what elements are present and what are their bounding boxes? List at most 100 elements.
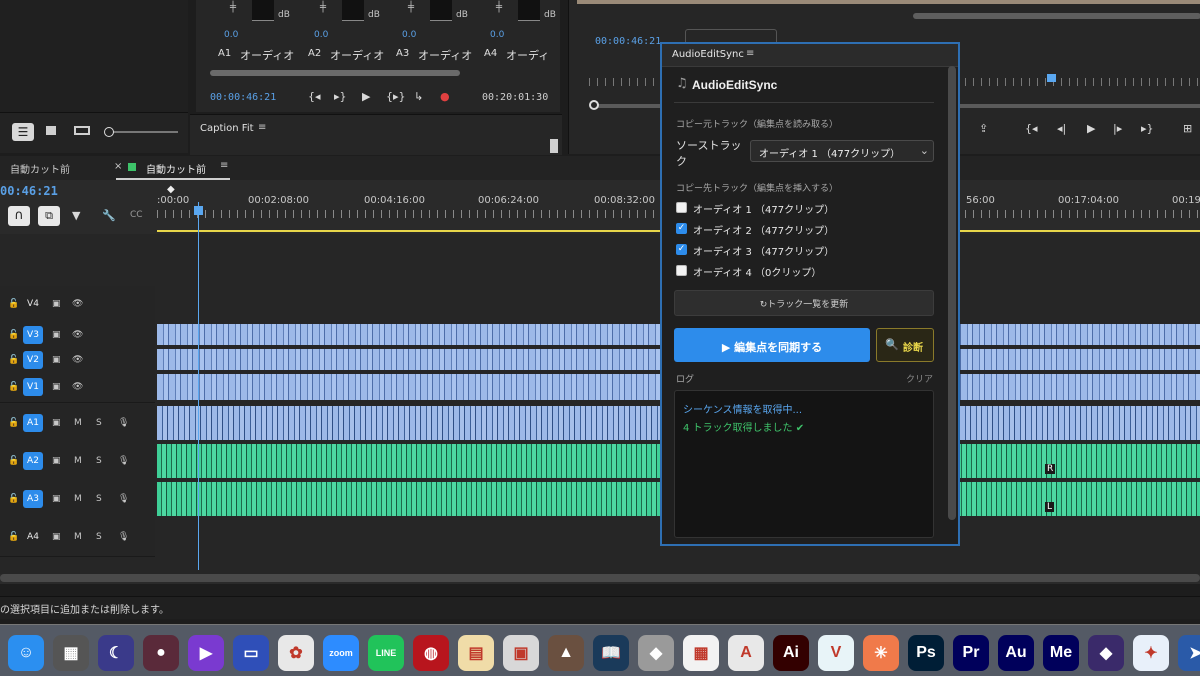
record-app-icon[interactable]: ● — [143, 635, 179, 671]
lock-icon[interactable]: 🔓 — [8, 456, 19, 466]
caption-fit-title[interactable]: Caption Fit — [200, 123, 254, 134]
checkbox[interactable] — [676, 265, 687, 276]
photoshop-icon[interactable]: Ps — [908, 635, 944, 671]
zoom-icon[interactable]: zoom — [323, 635, 359, 671]
lift-icon[interactable]: ⊞ — [1183, 122, 1192, 135]
obsidian-icon[interactable]: ◆ — [1088, 635, 1124, 671]
record-icon[interactable]: ● — [440, 90, 450, 103]
step-back-icon[interactable]: {◂ — [308, 90, 321, 103]
mixer-scrollbar[interactable] — [210, 70, 460, 76]
timeline-tab-2[interactable]: 自動カット前 — [146, 161, 206, 176]
step-forward-icon[interactable]: ▸} — [334, 90, 347, 103]
mixer-track-name[interactable]: オーディ — [506, 47, 549, 63]
plugin-scrollbar[interactable] — [948, 66, 956, 520]
caption-scroll-thumb[interactable] — [550, 139, 558, 153]
capcut-icon[interactable]: ✳ — [863, 635, 899, 671]
line-icon[interactable]: LINE — [368, 635, 404, 671]
linked-selection-icon[interactable]: ⧉ — [38, 206, 60, 226]
solo-button[interactable]: S — [96, 456, 102, 466]
audition-icon[interactable]: Au — [998, 635, 1034, 671]
track-header-a4[interactable]: 🔓 A4 ▣ M S 🎙 — [0, 518, 155, 557]
lock-icon[interactable]: 🔓 — [8, 355, 19, 365]
sync-button[interactable]: ▶ 編集点を同期する — [674, 328, 870, 362]
source-track-select[interactable]: オーディオ 1 （477クリップ） ⌄ — [750, 140, 934, 162]
calendar-icon[interactable]: ▦ — [683, 635, 719, 671]
next-frame-icon[interactable]: |▸ — [1113, 122, 1122, 135]
solo-button[interactable]: S — [96, 532, 102, 542]
checkbox[interactable]: ✓ — [676, 223, 687, 234]
diagnose-button[interactable]: 🔍 診断 — [876, 328, 934, 362]
checkbox[interactable]: ✓ — [676, 244, 687, 255]
lock-icon[interactable]: 🔓 — [8, 418, 19, 428]
zoom-slider-handle[interactable] — [104, 127, 114, 137]
timeline-hscrollbar[interactable] — [0, 574, 1200, 582]
program-progress-handle[interactable] — [589, 100, 599, 110]
caption-menu-icon[interactable]: ≡ — [258, 122, 266, 133]
mic-icon[interactable]: 🎙 — [118, 418, 129, 428]
go-out-icon[interactable]: ▸} — [1141, 122, 1154, 135]
track-header-v4[interactable]: 🔓 V4 ▣ 👁 — [0, 286, 155, 323]
kindle-icon[interactable]: 📖 — [593, 635, 629, 671]
dest-track-option[interactable]: オーディオ 4 （0クリップ） — [676, 263, 926, 279]
sync-lock-icon[interactable]: ▣ — [52, 532, 61, 542]
play-icon[interactable]: ▶ — [362, 90, 370, 103]
track-label[interactable]: V1 — [23, 378, 43, 396]
zoom-slider[interactable] — [104, 127, 178, 137]
plugin-tab-title[interactable]: AudioEditSync — [672, 49, 744, 60]
sync-lock-icon[interactable]: ▣ — [52, 418, 61, 428]
program-scrollbar[interactable] — [913, 13, 1200, 19]
mute-button[interactable]: M — [74, 456, 82, 466]
loop-icon[interactable]: {▸} — [386, 90, 406, 103]
gemini-icon[interactable]: ✦ — [1133, 635, 1169, 671]
lock-icon[interactable]: 🔓 — [8, 299, 19, 309]
wrench-icon[interactable]: 🔧 — [102, 209, 116, 222]
scanner-icon[interactable]: ▭ — [233, 635, 269, 671]
red-app-icon[interactable]: ◍ — [413, 635, 449, 671]
lock-icon[interactable]: 🔓 — [8, 494, 19, 504]
track-header-v3[interactable]: 🔓 V3 ▣ 👁 — [0, 322, 155, 348]
track-label[interactable]: A2 — [23, 452, 43, 470]
timeline-timecode[interactable]: 00:46:21 — [0, 184, 58, 198]
fader-icon[interactable]: ╪ — [408, 2, 414, 13]
dest-track-option[interactable]: ✓ オーディオ 2 （477クリップ） — [676, 221, 926, 237]
sync-lock-icon[interactable]: ▣ — [52, 456, 61, 466]
fader-icon[interactable]: ╪ — [320, 2, 326, 13]
solo-button[interactable]: S — [96, 418, 102, 428]
dest-track-option[interactable]: オーディオ 1 （477クリップ） — [676, 200, 926, 216]
track-label[interactable]: A3 — [23, 490, 43, 508]
track-label[interactable]: A4 — [23, 528, 43, 546]
archive-icon[interactable]: ▤ — [458, 635, 494, 671]
mic-icon[interactable]: 🎙 — [118, 532, 129, 542]
send-app-icon[interactable]: ➤ — [1178, 635, 1200, 671]
program-playhead[interactable] — [1047, 74, 1056, 82]
ruler-in-marker[interactable]: ◆ — [167, 184, 175, 195]
plugin-tab-menu-icon[interactable]: ≡ — [746, 48, 754, 59]
sync-lock-icon[interactable]: ▣ — [52, 382, 61, 392]
finder-icon[interactable]: ☺ — [8, 635, 44, 671]
track-header-a3[interactable]: 🔓 A3 ▣ M S 🎙 — [0, 480, 155, 519]
eye-icon[interactable]: 👁 — [72, 355, 83, 365]
fader-icon[interactable]: ╪ — [230, 2, 236, 13]
lock-icon[interactable]: 🔓 — [8, 382, 19, 392]
solo-button[interactable]: S — [96, 494, 102, 504]
mute-button[interactable]: M — [74, 418, 82, 428]
mute-button[interactable]: M — [74, 494, 82, 504]
track-header-a1[interactable]: 🔓 A1 ▣ M S 🎙 — [0, 404, 155, 443]
vrew-icon[interactable]: V — [818, 635, 854, 671]
track-header-v2[interactable]: 🔓 V2 ▣ 👁 — [0, 347, 155, 373]
prev-frame-icon[interactable]: ◂| — [1057, 122, 1066, 135]
dest-track-option[interactable]: ✓ オーディオ 3 （477クリップ） — [676, 242, 926, 258]
program-play-icon[interactable]: ▶ — [1087, 122, 1095, 135]
sync-lock-icon[interactable]: ▣ — [52, 494, 61, 504]
export-frame-icon[interactable]: ↳ — [414, 90, 423, 103]
track-label[interactable]: V2 — [23, 350, 43, 369]
refresh-button[interactable]: ↻トラック一覧を更新 — [674, 290, 934, 316]
mic-icon[interactable]: 🎙 — [118, 456, 129, 466]
lock-icon[interactable]: 🔓 — [8, 330, 19, 340]
cinema-icon[interactable]: ▲ — [548, 635, 584, 671]
gray-app-icon[interactable]: ◆ — [638, 635, 674, 671]
preview-icon[interactable]: ▣ — [503, 635, 539, 671]
export-icon[interactable]: ⇪ — [979, 122, 988, 135]
snap-icon[interactable]: ∩ — [8, 206, 30, 226]
fader-icon[interactable]: ╪ — [496, 2, 502, 13]
